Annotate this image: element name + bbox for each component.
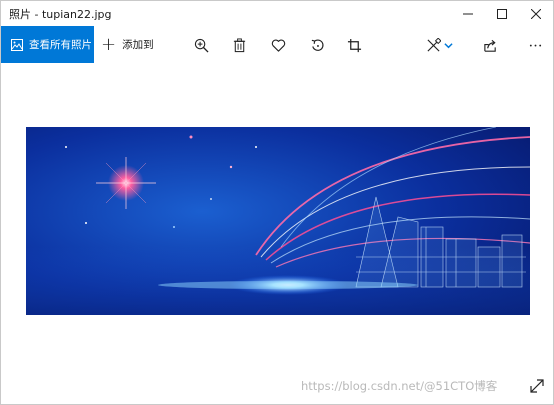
more-icon <box>529 44 541 46</box>
toolbar: 查看所有照片 + 添加到 <box>1 26 553 63</box>
plus-icon: + <box>101 33 117 55</box>
view-all-photos-label: 查看所有照片 <box>29 39 92 51</box>
edit-create-button[interactable] <box>423 35 443 55</box>
displayed-photo <box>26 127 530 315</box>
rotate-icon <box>311 38 324 51</box>
minimize-button[interactable] <box>451 1 485 26</box>
add-to-button[interactable]: + 添加到 <box>101 26 154 63</box>
share-button[interactable] <box>480 35 500 55</box>
zoom-in-icon <box>194 38 209 53</box>
favorite-button[interactable] <box>268 35 288 55</box>
heart-icon <box>271 39 285 52</box>
edit-create-icon <box>426 37 441 52</box>
close-button[interactable] <box>519 1 553 26</box>
maximize-button[interactable] <box>485 1 519 26</box>
minimize-icon <box>463 13 473 14</box>
view-all-photos-button[interactable]: 查看所有照片 <box>1 26 94 63</box>
delete-button[interactable] <box>229 35 249 55</box>
zoom-in-button[interactable] <box>191 35 211 55</box>
photos-window: 照片 - tupian22.jpg 查看所有照片 + 添加到 https://b… <box>0 0 554 405</box>
maximize-icon <box>497 8 507 19</box>
window-title: 照片 - tupian22.jpg <box>9 8 112 21</box>
image-viewer <box>1 63 553 404</box>
photos-icon <box>11 38 23 51</box>
add-to-label: 添加到 <box>122 39 154 51</box>
close-icon <box>531 8 541 19</box>
edit-create-dropdown[interactable] <box>441 35 455 55</box>
title-bar: 照片 - tupian22.jpg <box>1 1 553 26</box>
delete-icon <box>233 37 245 52</box>
expand-icon <box>530 379 544 393</box>
crop-button[interactable] <box>344 35 364 55</box>
crop-icon <box>347 38 361 52</box>
rotate-button[interactable] <box>307 35 327 55</box>
fullscreen-button[interactable] <box>529 378 545 394</box>
more-options-button[interactable] <box>525 35 545 55</box>
share-icon <box>483 39 496 52</box>
watermark-text: https://blog.csdn.net/@51CTO博客 <box>301 379 498 393</box>
chevron-down-icon <box>443 42 453 48</box>
